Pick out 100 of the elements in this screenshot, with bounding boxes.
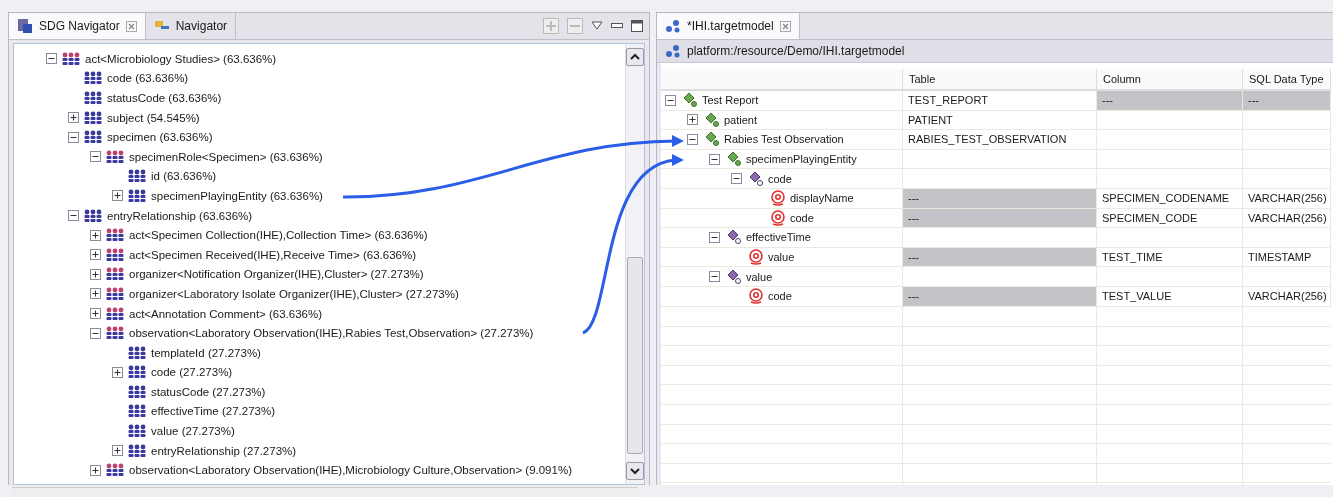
close-icon[interactable] <box>779 20 791 32</box>
diamond-icon <box>682 92 698 109</box>
panel-tab[interactable]: Navigator <box>145 13 237 39</box>
table-cell: VARCHAR(256) <box>1243 188 1331 209</box>
table-cell: VARCHAR(256) <box>1243 208 1331 229</box>
tree-item[interactable]: observation<Laboratory Observation(IHE),Microbiology Culture,Observation> (9.091%) <box>129 464 572 477</box>
scroll-down-button[interactable] <box>626 462 644 480</box>
tree-item[interactable]: id (63.636%) <box>151 170 217 183</box>
table-cell: --- <box>903 188 1097 209</box>
people-icon <box>106 228 124 243</box>
tree-item[interactable]: specimenPlayingEntity (63.636%) <box>151 189 323 202</box>
people-icon <box>128 188 146 203</box>
people-icon <box>128 169 146 184</box>
table-cell: --- <box>903 247 1097 268</box>
people-icon <box>106 247 124 262</box>
view-menu-icon[interactable] <box>591 21 603 31</box>
column-header[interactable]: Column <box>1097 69 1243 91</box>
scroll-thumb[interactable] <box>627 257 643 454</box>
tree-item[interactable]: entryRelationship (27.273%) <box>151 444 297 457</box>
model-icon <box>665 18 681 34</box>
expand-icon[interactable] <box>90 268 101 280</box>
editor-tab[interactable]: *IHI.targetmodel <box>657 13 800 39</box>
model-node[interactable]: value <box>746 270 773 283</box>
model-node[interactable]: specimenPlayingEntity <box>746 153 857 166</box>
collapse-icon[interactable] <box>68 210 79 222</box>
model-node[interactable]: patient <box>724 113 758 126</box>
expand-icon[interactable] <box>68 112 79 124</box>
model-node[interactable]: effectiveTime <box>746 231 811 244</box>
collapse-icon[interactable] <box>731 173 742 185</box>
table-cell: TEST_REPORT <box>903 91 1097 111</box>
tree-item[interactable]: templateId (27.273%) <box>151 346 261 359</box>
expand-icon[interactable] <box>90 308 101 319</box>
tree-item[interactable]: act<Annotation Comment> (63.636%) <box>129 307 323 320</box>
diamond-icon <box>704 131 720 148</box>
expand-icon[interactable] <box>112 366 123 378</box>
model-node[interactable]: value <box>768 251 795 264</box>
expand-icon[interactable] <box>90 288 101 300</box>
collapse-icon[interactable] <box>68 131 79 143</box>
tree-item[interactable]: act<Specimen Received(IHE),Receive Time> (63.636%) <box>129 248 416 261</box>
people-icon <box>106 286 124 301</box>
tree-item[interactable]: observation<Laboratory Observation(IHE),Rabies Test,Observation> (27.273%) <box>129 327 534 340</box>
tree-item[interactable]: effectiveTime (27.273%) <box>151 405 275 418</box>
collapse-icon[interactable] <box>46 53 57 65</box>
model-node[interactable]: code <box>768 172 792 185</box>
expand-icon[interactable] <box>112 445 123 457</box>
tree-item[interactable]: act<Specimen Collection(IHE),Collection Time> (63.636%) <box>129 229 428 242</box>
table-cell: RABIES_TEST_OBSERVATION <box>903 130 1097 150</box>
expand-icon[interactable] <box>90 229 101 241</box>
collapse-icon[interactable] <box>665 94 676 106</box>
expand-icon[interactable] <box>687 114 698 126</box>
tree-item[interactable]: statusCode (63.636%) <box>107 92 222 104</box>
model-node[interactable]: code <box>790 211 814 224</box>
chevron-down-icon <box>630 467 640 475</box>
expand-icon[interactable] <box>90 249 101 261</box>
tree-item[interactable]: code (63.636%) <box>107 72 189 85</box>
tree-item[interactable]: code (27.273%) <box>151 366 233 379</box>
diamond-icon <box>704 111 720 128</box>
column-header[interactable]: SQL Data Type <box>1243 69 1331 91</box>
table-cell: SPECIMEN_CODE <box>1097 208 1243 229</box>
collapse-icon[interactable] <box>709 153 720 165</box>
close-icon[interactable] <box>125 20 137 32</box>
model-node[interactable]: code <box>768 290 792 303</box>
people-icon <box>128 384 146 399</box>
scroll-up-button[interactable] <box>626 48 644 66</box>
tree-item[interactable]: statusCode (27.273%) <box>151 385 266 398</box>
table-cell: PATIENT <box>903 110 1097 131</box>
tree-item[interactable]: organizer<Laboratory Isolate Organizer(IHE),Cluster> (27.273%) <box>129 287 459 300</box>
panel-tab[interactable]: SDG Navigator <box>9 13 146 39</box>
table-cell: VARCHAR(256) <box>1243 286 1331 307</box>
tree-item[interactable]: act<Microbiology Studies> (63.636%) <box>85 52 277 65</box>
collapse-icon[interactable] <box>90 327 101 339</box>
chevron-up-icon <box>630 53 640 61</box>
people-icon <box>84 110 102 125</box>
tree-item[interactable]: specimenRole<Specimen> (63.636%) <box>129 150 323 163</box>
tree-item[interactable]: specimen (63.636%) <box>107 131 213 144</box>
diamond-icon <box>726 229 742 246</box>
table-cell: --- <box>903 208 1097 229</box>
model-node[interactable]: displayName <box>790 192 854 205</box>
people-icon <box>62 51 80 66</box>
table-cell: TIMESTAMP <box>1243 247 1331 268</box>
tree-item[interactable]: entryRelationship (63.636%) <box>107 209 253 222</box>
horizontal-scrollbar[interactable] <box>12 487 638 497</box>
tree-item[interactable]: value (27.273%) <box>151 425 235 438</box>
expand-icon[interactable] <box>112 190 123 202</box>
table-cell: TEST_TIME <box>1097 247 1243 268</box>
tree-item[interactable]: subject (54.545%) <box>107 111 200 124</box>
collapse-icon[interactable] <box>709 231 720 243</box>
tree-item[interactable]: organizer<Notification Organizer(IHE),Cluster> (27.273%) <box>129 268 424 281</box>
people-icon <box>128 424 146 439</box>
collapse-icon[interactable] <box>687 134 698 145</box>
column-header[interactable]: Table <box>903 69 1097 91</box>
expand-icon[interactable] <box>90 464 101 476</box>
people-icon <box>84 130 102 145</box>
collapse-icon[interactable] <box>709 271 720 283</box>
collapse-icon[interactable] <box>90 151 101 163</box>
minimize-icon[interactable] <box>611 21 623 31</box>
maximize-icon[interactable] <box>631 20 643 32</box>
people-icon <box>106 463 124 478</box>
model-node[interactable]: Rabies Test Observation <box>724 133 844 146</box>
model-node[interactable]: Test Report <box>702 94 759 107</box>
